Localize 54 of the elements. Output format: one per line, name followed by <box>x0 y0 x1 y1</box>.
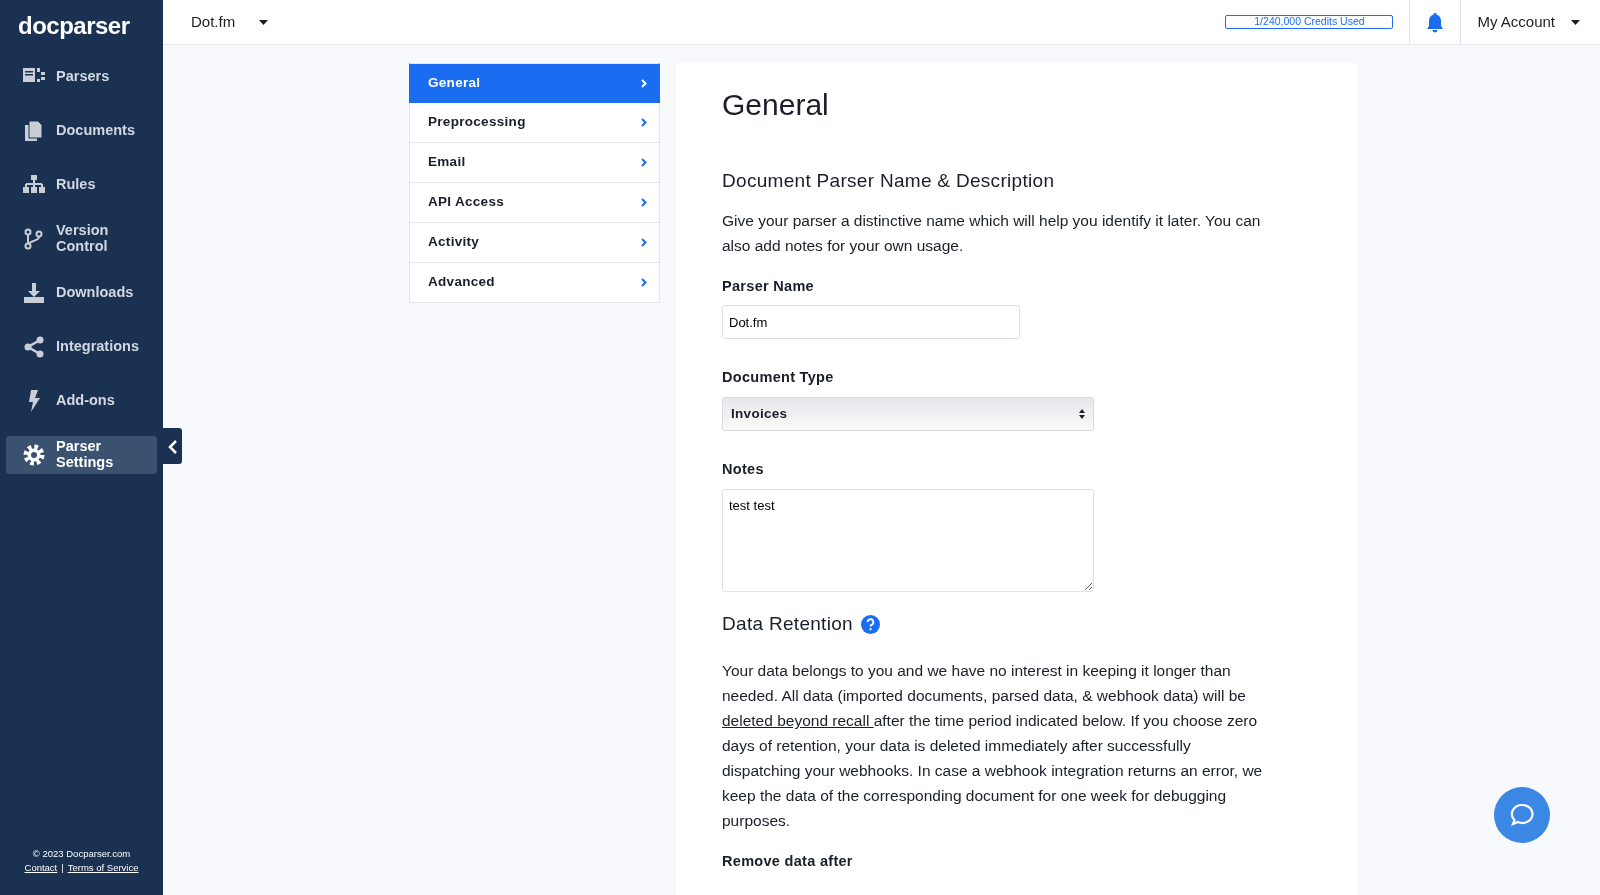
settings-menu-item[interactable]: Email <box>409 143 660 183</box>
sidebar-item[interactable]: Integrations <box>6 328 157 366</box>
caret-icon <box>1571 19 1580 25</box>
sidebar-item[interactable]: Documents <box>6 112 157 150</box>
chat-button[interactable] <box>1494 787 1550 843</box>
retention-link[interactable]: deleted beyond recall <box>722 712 874 730</box>
chevron-right-icon <box>641 78 647 88</box>
bell-icon <box>1426 12 1445 33</box>
parser-name-field[interactable]: Dot.fm <box>722 305 1020 340</box>
chevron-left-icon <box>167 439 178 454</box>
sidebar-item[interactable]: Parser Settings <box>6 436 157 474</box>
sidebar-item[interactable]: Add-ons <box>6 382 157 420</box>
field-label: Document Type <box>722 368 835 388</box>
footer-link[interactable]: Contact <box>24 861 58 873</box>
sidebar-item[interactable]: Version Control <box>6 220 157 258</box>
chevron-right-icon <box>641 158 647 167</box>
chevron-right-icon <box>641 278 647 287</box>
separator-text: | <box>61 861 64 873</box>
collapse-sidebar-button[interactable] <box>163 428 182 464</box>
settings-menu-item[interactable]: Activity <box>409 223 660 263</box>
section-heading: Data Retention <box>722 611 853 636</box>
logo[interactable]: docparser <box>0 0 163 50</box>
copyright-text: © 2023 Docparser.com <box>31 846 132 861</box>
settings-menu-item[interactable]: General <box>409 63 660 103</box>
settings-menu-item[interactable]: Preprocessing <box>409 103 660 143</box>
document-type-select[interactable]: Invoices <box>722 397 1094 431</box>
help-icon[interactable] <box>860 614 880 634</box>
field-label: Notes <box>722 460 765 479</box>
sidebar-item[interactable]: Parsers <box>6 58 157 96</box>
settings-icon <box>22 443 46 467</box>
field-label: Parser Name <box>722 276 815 296</box>
notifications-button[interactable] <box>1409 0 1462 44</box>
notes-field[interactable]: test test <box>722 488 1094 592</box>
sidebar-item[interactable]: Downloads <box>6 274 157 312</box>
retention-text: Your data belongs to you and we have no interest in keeping it longer than needed. All data (imported documents, parsed data, & webhook data) will be deleted beyond recall after the time period indicated below. If you choose zero days of retention, your data is deleted immediately after successfully dispatching your webhooks. In case a webhook integration returns an error, we keep the data of the corresponding document for one week for debugging purposes. <box>722 661 1264 832</box>
share-icon <box>22 335 46 359</box>
chat-bubble-icon <box>1509 802 1535 828</box>
chevron-right-icon <box>641 198 647 207</box>
credits-meter: 1/240,000 Credits Used <box>1225 15 1394 29</box>
page-title: General <box>722 87 830 123</box>
field-label: Remove data after <box>722 852 854 872</box>
chevron-right-icon <box>641 118 647 127</box>
footer-link[interactable]: Terms of Service <box>67 861 139 873</box>
download-icon <box>22 281 46 305</box>
section-heading: Document Parser Name & Description <box>722 169 1056 193</box>
description-text: Give your parser a distinctive name which will help you identify it later. You can also add notes for your own usage. <box>722 210 1262 256</box>
parser-dropdown[interactable]: Dot.fm <box>187 10 269 34</box>
settings-menu-item[interactable]: API Access <box>409 183 660 223</box>
chevron-right-icon <box>641 238 647 247</box>
updown-arrows-icon <box>1079 408 1085 420</box>
account-dropdown[interactable]: My Account <box>1461 10 1596 34</box>
sidebar-item[interactable]: Rules <box>6 166 157 204</box>
caret-icon <box>259 19 269 25</box>
settings-menu-item[interactable]: Advanced <box>409 263 660 303</box>
